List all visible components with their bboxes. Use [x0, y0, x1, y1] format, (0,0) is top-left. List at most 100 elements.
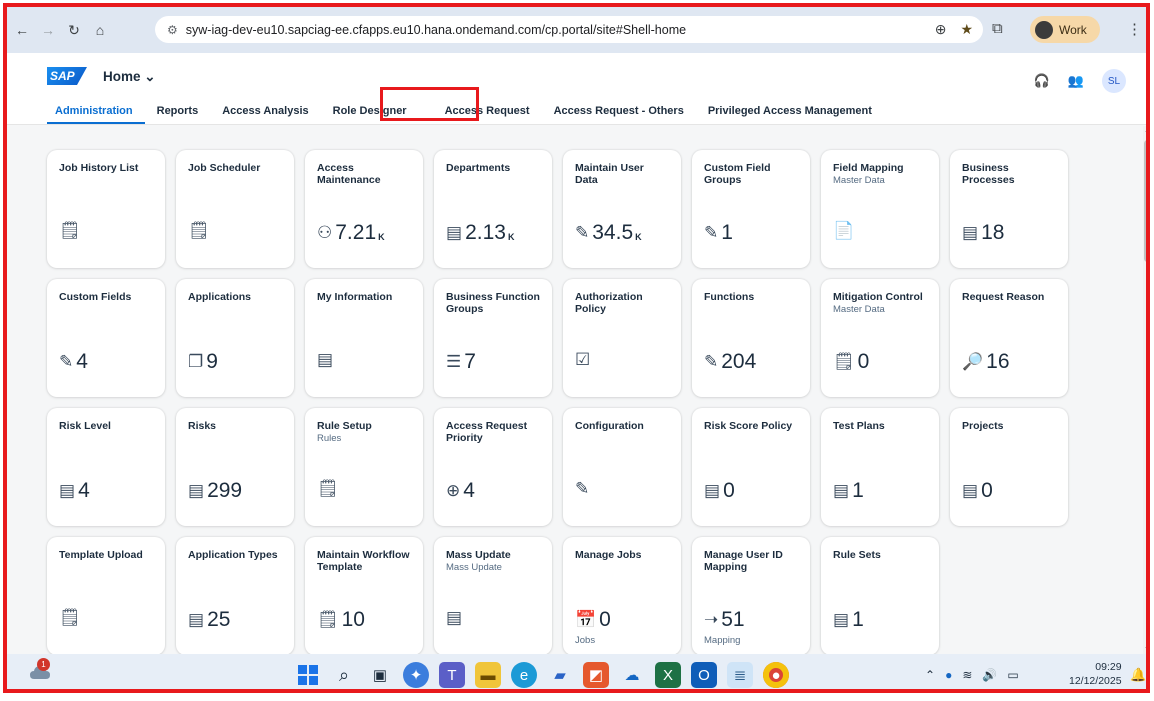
home-icon[interactable]: ⌂	[89, 19, 111, 41]
tile-kpi: ▤	[446, 608, 465, 628]
tile-access-maintenance[interactable]: Access Maintenance ⚇ 7.21 K	[305, 150, 423, 268]
volume-icon[interactable]: 🔊	[982, 668, 997, 682]
browser-toolbar: ← → ↻ ⌂ ⚙ syw-iag-dev-eu10.sapciag-ee.cf…	[7, 7, 1146, 53]
tile-title: Job History List	[59, 162, 139, 174]
network-app-icon[interactable]: ●	[945, 668, 952, 682]
reload-icon[interactable]: ↻	[63, 19, 85, 41]
tile-authorization-policy[interactable]: Authorization Policy ☑	[563, 279, 681, 397]
tile-manage-user-id-mapping[interactable]: Manage User ID Mapping ➝ 51 Mapping	[692, 537, 810, 654]
edit-icon: ✎	[704, 223, 719, 242]
tile-configuration[interactable]: Configuration ✎	[563, 408, 681, 526]
tile-kpi: ☑	[575, 350, 593, 370]
start-icon[interactable]	[295, 662, 321, 688]
tile-title: Departments	[446, 162, 511, 174]
chevron-up-icon[interactable]: ⌃	[925, 668, 935, 682]
tile-projects[interactable]: Projects ▤ 0	[950, 408, 1068, 526]
tile-mass-update[interactable]: Mass Update Mass Update ▤	[434, 537, 552, 654]
tab-access-request[interactable]: Access Request	[433, 105, 542, 124]
tab-privileged-access-management[interactable]: Privileged Access Management	[696, 105, 884, 124]
tile-template-upload[interactable]: Template Upload 🗒	[47, 537, 165, 654]
site-info-icon[interactable]: ⚙	[167, 23, 178, 37]
tile-subtitle: Mass Update	[446, 562, 502, 573]
tile-custom-field-groups[interactable]: Custom Field Groups ✎ 1	[692, 150, 810, 268]
edge-icon[interactable]: e	[511, 662, 537, 688]
address-bar[interactable]: ⚙ syw-iag-dev-eu10.sapciag-ee.cfapps.eu1…	[155, 16, 983, 43]
list-icon: ▤	[833, 610, 850, 629]
app-icon-blue[interactable]: ▰	[547, 662, 573, 688]
tile-my-information[interactable]: My Information ▤	[305, 279, 423, 397]
tile-custom-fields[interactable]: Custom Fields ✎ 4	[47, 279, 165, 397]
profile-label: Work	[1059, 22, 1087, 37]
tile-maintain-workflow-template[interactable]: Maintain Workflow Template 🗒 10	[305, 537, 423, 654]
tile-rule-setup[interactable]: Rule Setup Rules 🗒	[305, 408, 423, 526]
extensions-icon[interactable]: ⧉	[992, 20, 1003, 37]
zoom-icon[interactable]: ⊕	[935, 21, 947, 38]
profile-button[interactable]: Work	[1030, 16, 1100, 43]
tile-business-function-groups[interactable]: Business Function Groups ☰ 7	[434, 279, 552, 397]
onedrive-icon[interactable]: ☁	[619, 662, 645, 688]
tile-job-history-list[interactable]: Job History List 🗒	[47, 150, 165, 268]
tile-test-plans[interactable]: Test Plans ▤ 1	[821, 408, 939, 526]
scroll-up-icon[interactable]: ▲	[1144, 127, 1146, 134]
clock-date: 12/12/2025	[1069, 675, 1122, 687]
copilot-icon[interactable]: ✦	[403, 662, 429, 688]
search-icon[interactable]: ⌕	[331, 662, 357, 688]
tile-rule-sets[interactable]: Rule Sets ▤ 1	[821, 537, 939, 654]
clipboard-icon: 🗒	[188, 221, 210, 240]
scroll-thumb[interactable]	[1144, 140, 1146, 262]
wifi-icon[interactable]: ≋	[962, 668, 972, 682]
tab-administration[interactable]: Administration	[47, 105, 145, 124]
tile-maintain-user-data[interactable]: Maintain User Data ✎ 34.5 K	[563, 150, 681, 268]
bookmark-star-icon[interactable]: ★	[960, 21, 973, 38]
tile-risk-score-policy[interactable]: Risk Score Policy ▤ 0	[692, 408, 810, 526]
tile-value: 25	[207, 608, 231, 631]
tile-field-mapping[interactable]: Field Mapping Master Data 📄	[821, 150, 939, 268]
tile-value: 0	[599, 608, 611, 631]
tile-departments[interactable]: Departments ▤ 2.13 K	[434, 150, 552, 268]
home-menu[interactable]: Home ⌄	[103, 69, 156, 85]
tile-footer: Mapping	[704, 635, 741, 646]
tab-access-request-others[interactable]: Access Request - Others	[542, 105, 696, 124]
tile-mitigation-control[interactable]: Mitigation Control Master Data 🗒 0	[821, 279, 939, 397]
tile-functions[interactable]: Functions ✎ 204	[692, 279, 810, 397]
system-tray: ⌃ ● ≋ 🔊 ▭	[925, 668, 1019, 682]
battery-icon[interactable]: ▭	[1007, 668, 1018, 682]
tab-reports[interactable]: Reports	[145, 105, 211, 124]
taskbar-clock[interactable]: 09:29 12/12/2025	[1069, 660, 1122, 688]
scrollbar[interactable]: ▲ ▼	[1143, 126, 1146, 654]
weather-widget[interactable]: 1	[29, 658, 51, 680]
task-view-icon[interactable]: ▣	[367, 662, 393, 688]
tile-kpi: 🗒 10	[317, 608, 365, 632]
tile-request-reason[interactable]: Request Reason 🔎 16	[950, 279, 1068, 397]
browser-menu-icon[interactable]: ⋮	[1127, 20, 1142, 38]
list-icon: ▤	[446, 223, 463, 242]
sap-logo[interactable]: SAP	[47, 67, 87, 85]
tile-kpi: 📅 0	[575, 608, 611, 632]
forward-icon[interactable]: →	[37, 19, 59, 41]
tile-business-processes[interactable]: Business Processes ▤ 18	[950, 150, 1068, 268]
back-icon[interactable]: ←	[11, 19, 33, 41]
chrome-icon[interactable]: ●	[763, 662, 789, 688]
tile-access-request-priority[interactable]: Access Request Priority ⊕ 4	[434, 408, 552, 526]
teams-icon[interactable]: T	[439, 662, 465, 688]
tile-manage-jobs[interactable]: Manage Jobs 📅 0 Jobs	[563, 537, 681, 654]
tile-risks[interactable]: Risks ▤ 299	[176, 408, 294, 526]
tile-applications[interactable]: Applications ❐ 9	[176, 279, 294, 397]
headset-icon[interactable]: 🎧	[1034, 73, 1050, 89]
notification-bell-icon[interactable]: 🔔	[1130, 667, 1146, 683]
tile-risk-level[interactable]: Risk Level ▤ 4	[47, 408, 165, 526]
tile-job-scheduler[interactable]: Job Scheduler 🗒	[176, 150, 294, 268]
tab-access-analysis[interactable]: Access Analysis	[210, 105, 320, 124]
notifications-icon[interactable]: 👥	[1068, 73, 1084, 89]
outlook-icon[interactable]: O	[691, 662, 717, 688]
clipboard-icon: 🗒	[833, 352, 855, 371]
excel-icon[interactable]: X	[655, 662, 681, 688]
tile-kpi: ▤ 1	[833, 479, 864, 503]
notepad-icon[interactable]: ≣	[727, 662, 753, 688]
user-avatar[interactable]: SL	[1102, 69, 1126, 93]
office-icon[interactable]: ◩	[583, 662, 609, 688]
tile-application-types[interactable]: Application Types ▤ 25	[176, 537, 294, 654]
file-explorer-icon[interactable]: ▬	[475, 662, 501, 688]
scroll-down-icon[interactable]: ▼	[1144, 646, 1146, 653]
tab-role-designer[interactable]: Role Designer	[321, 105, 419, 124]
